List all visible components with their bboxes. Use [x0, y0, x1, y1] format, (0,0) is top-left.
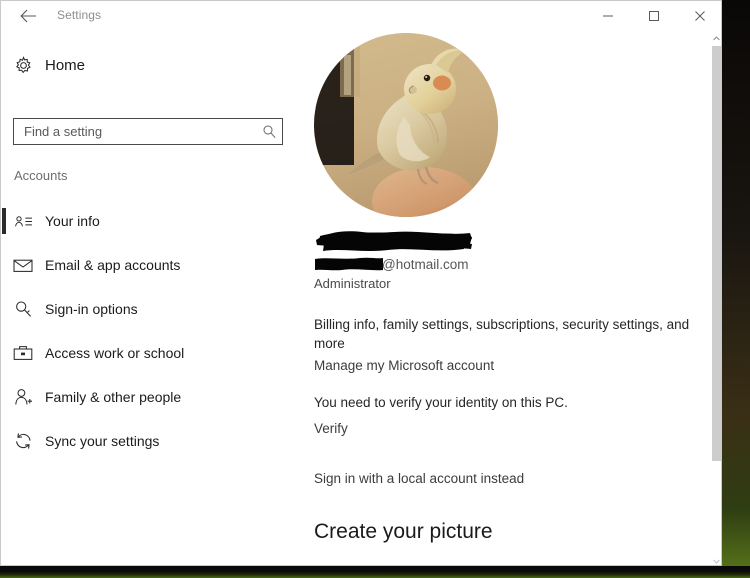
account-description: Billing info, family settings, subscript…	[314, 317, 690, 351]
scrollbar-down-button[interactable]	[711, 551, 721, 565]
desktop-background-bottom	[0, 566, 750, 578]
desktop-background-right	[722, 0, 750, 578]
search-box[interactable]	[13, 118, 283, 145]
maximize-icon	[648, 10, 660, 22]
avatar[interactable]	[314, 33, 498, 217]
sidebar-item-sync-your-settings[interactable]: Sync your settings	[1, 423, 299, 459]
sidebar: Home Accounts	[1, 30, 299, 565]
briefcase-icon	[1, 345, 45, 361]
sidebar-item-family-other-people[interactable]: Family & other people	[1, 379, 299, 415]
content-scrollbar[interactable]	[711, 28, 721, 565]
close-icon	[694, 10, 706, 22]
account-role: Administrator	[314, 276, 391, 291]
sign-in-local-account-link[interactable]: Sign in with a local account instead	[314, 471, 524, 486]
sidebar-item-your-info[interactable]: Your info	[1, 203, 299, 239]
selection-indicator	[2, 208, 6, 234]
manage-microsoft-account-link[interactable]: Manage my Microsoft account	[314, 358, 494, 373]
gear-icon	[1, 55, 45, 75]
contact-card-icon	[1, 214, 45, 229]
search-icon	[256, 124, 282, 139]
sidebar-item-email-app-accounts-label: Email & app accounts	[45, 257, 181, 273]
account-name-redaction	[314, 228, 476, 254]
sidebar-item-email-app-accounts[interactable]: Email & app accounts	[1, 247, 299, 283]
create-your-picture-heading: Create your picture	[314, 520, 493, 543]
sidebar-item-sign-in-options[interactable]: Sign-in options	[1, 291, 299, 327]
account-email-redaction	[314, 257, 384, 272]
search-input[interactable]	[14, 119, 256, 144]
scrollbar-up-button[interactable]	[711, 28, 721, 46]
back-button[interactable]	[9, 1, 47, 30]
sidebar-item-sign-in-options-label: Sign-in options	[45, 301, 138, 317]
sidebar-item-your-info-label: Your info	[45, 213, 100, 229]
scrollbar-thumb[interactable]	[712, 46, 721, 461]
content-pane: @hotmail.com Administrator Billing info,…	[299, 30, 711, 565]
user-avatar-photo	[314, 33, 498, 217]
window-title: Settings	[57, 8, 102, 22]
minimize-icon	[602, 10, 614, 22]
close-button[interactable]	[677, 1, 721, 30]
verify-identity-message: You need to verify your identity on this…	[314, 395, 568, 410]
title-bar: Settings	[1, 1, 721, 30]
settings-window: Settings Home Find a setting Accounts Yo…	[0, 0, 722, 566]
sidebar-item-access-work-or-school-label: Access work or school	[45, 345, 185, 361]
account-email-domain: @hotmail.com	[382, 257, 469, 272]
chevron-up-icon	[713, 28, 720, 46]
maximize-button[interactable]	[631, 1, 677, 30]
sidebar-item-sync-your-settings-label: Sync your settings	[45, 433, 160, 449]
sidebar-nav-list: Your info Email & app accounts Sign-in o…	[1, 203, 299, 467]
minimize-button[interactable]	[585, 1, 631, 30]
verify-link[interactable]: Verify	[314, 421, 348, 436]
chevron-down-icon	[713, 551, 720, 565]
sidebar-item-access-work-or-school[interactable]: Access work or school	[1, 335, 299, 371]
back-arrow-icon	[19, 9, 37, 23]
sidebar-group-title: Accounts	[14, 168, 68, 183]
account-identity-block: @hotmail.com Administrator	[314, 228, 704, 291]
sidebar-item-family-other-people-label: Family & other people	[45, 389, 182, 405]
key-icon	[1, 300, 45, 318]
envelope-icon	[1, 258, 45, 273]
window-controls	[585, 1, 721, 30]
account-email-row: @hotmail.com	[314, 255, 704, 272]
add-person-icon	[1, 388, 45, 406]
sync-icon	[1, 432, 45, 450]
sidebar-item-home[interactable]: Home	[1, 48, 299, 82]
sidebar-item-home-label: Home	[45, 56, 86, 74]
